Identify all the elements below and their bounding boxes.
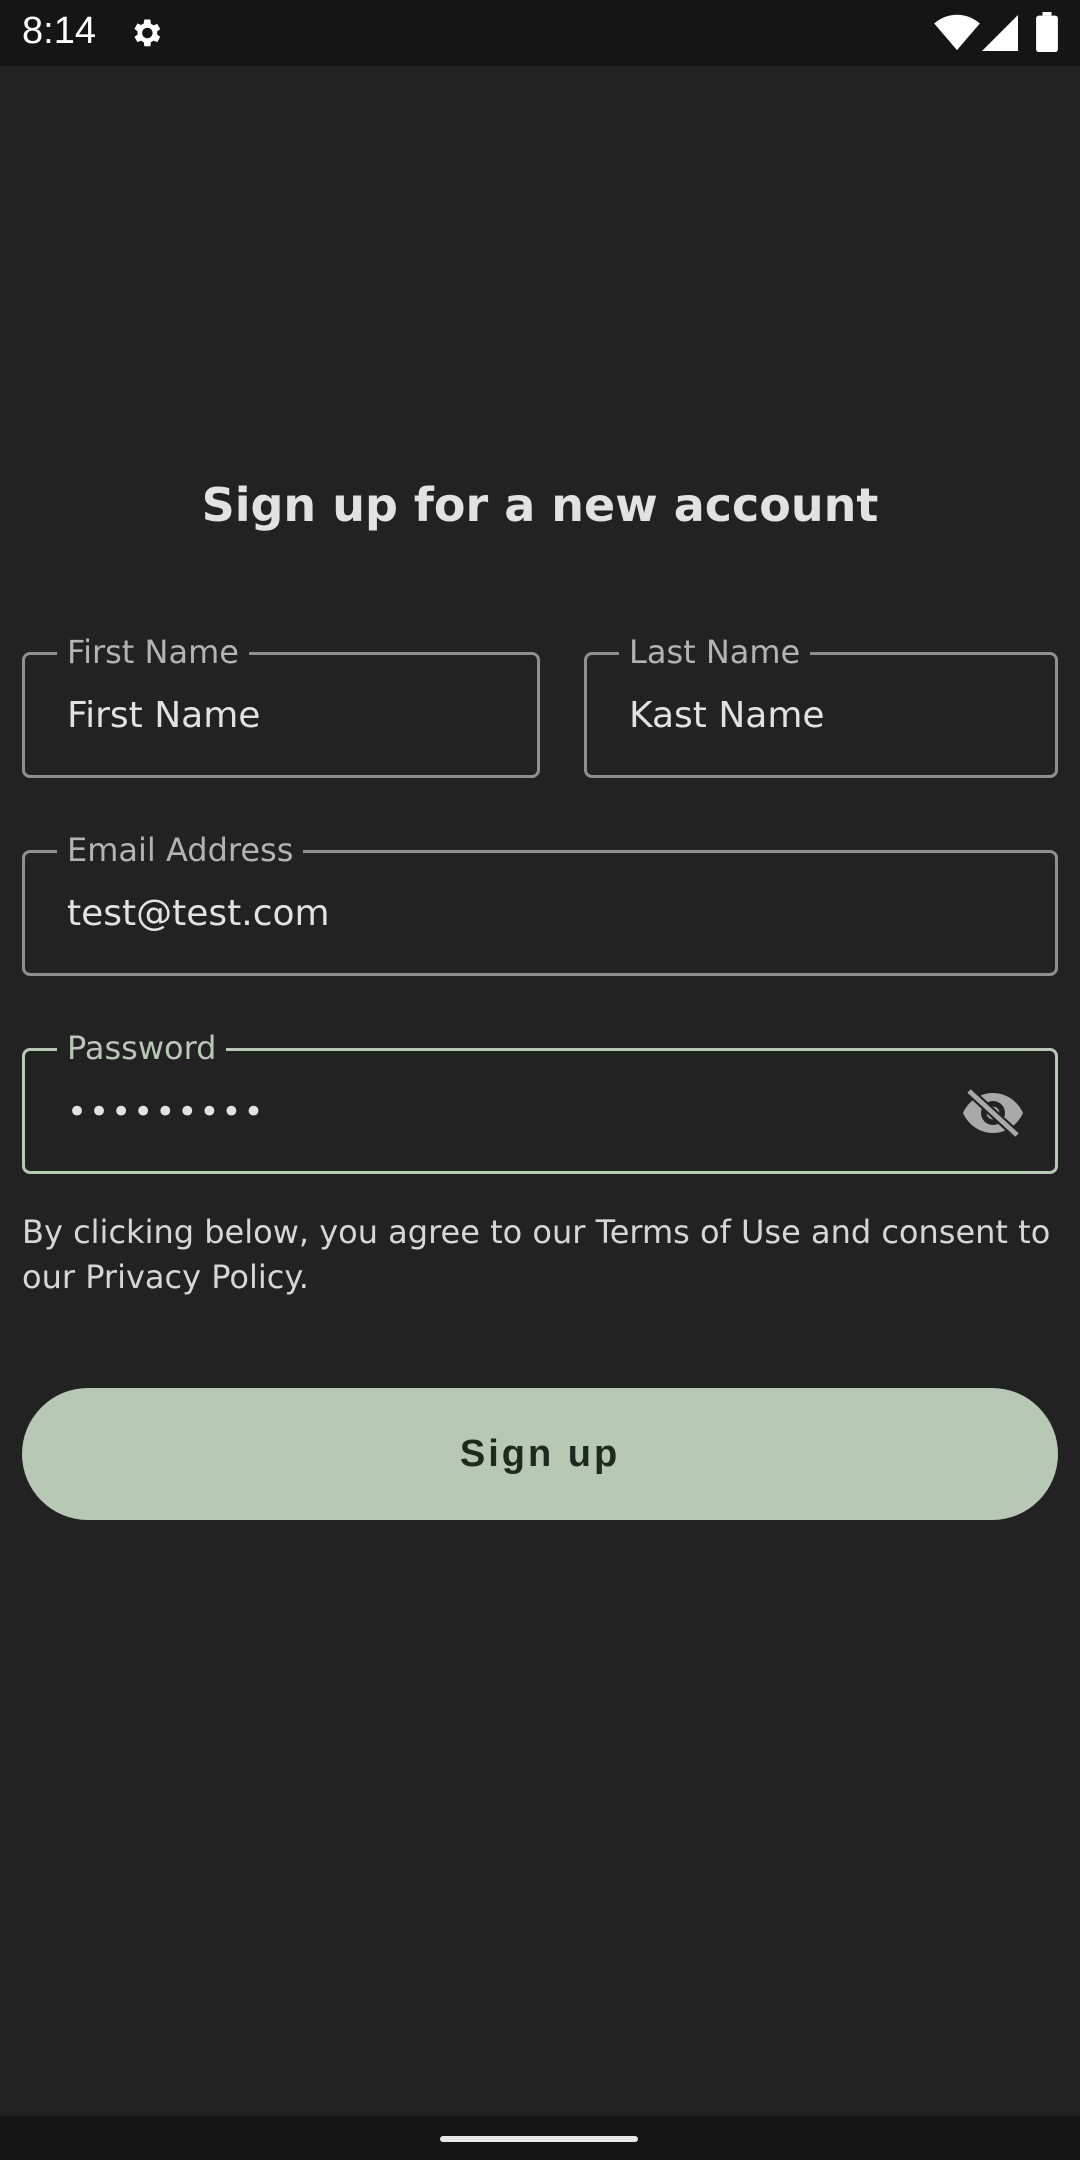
- navigation-bar: [0, 2116, 1080, 2160]
- page-title: Sign up for a new account: [201, 478, 879, 532]
- cellular-signal-icon: [982, 15, 1018, 51]
- status-bar: 8:14: [0, 0, 1080, 66]
- wifi-icon: [934, 14, 980, 51]
- last-name-field[interactable]: Last Name Kast Name: [584, 634, 1058, 778]
- status-time: 8:14: [22, 10, 96, 52]
- sign-up-button[interactable]: Sign up: [22, 1388, 1058, 1520]
- terms-notice: By clicking below, you agree to our Term…: [22, 1213, 1051, 1296]
- sign-up-label: Sign up: [459, 1432, 621, 1475]
- visibility-off-icon[interactable]: [961, 1087, 1025, 1139]
- settings-icon: [134, 19, 161, 47]
- last-name-input[interactable]: Kast Name: [629, 655, 825, 777]
- home-gesture-handle[interactable]: [440, 2136, 638, 2142]
- email-field[interactable]: Email Address test@test.com: [22, 832, 1058, 976]
- battery-icon: [1036, 12, 1058, 52]
- email-input[interactable]: test@test.com: [67, 853, 330, 975]
- password-input[interactable]: •••••••••: [67, 1051, 266, 1173]
- first-name-input[interactable]: First Name: [67, 655, 260, 777]
- password-field[interactable]: Password •••••••••: [22, 1030, 1058, 1174]
- first-name-field[interactable]: First Name First Name: [22, 634, 540, 778]
